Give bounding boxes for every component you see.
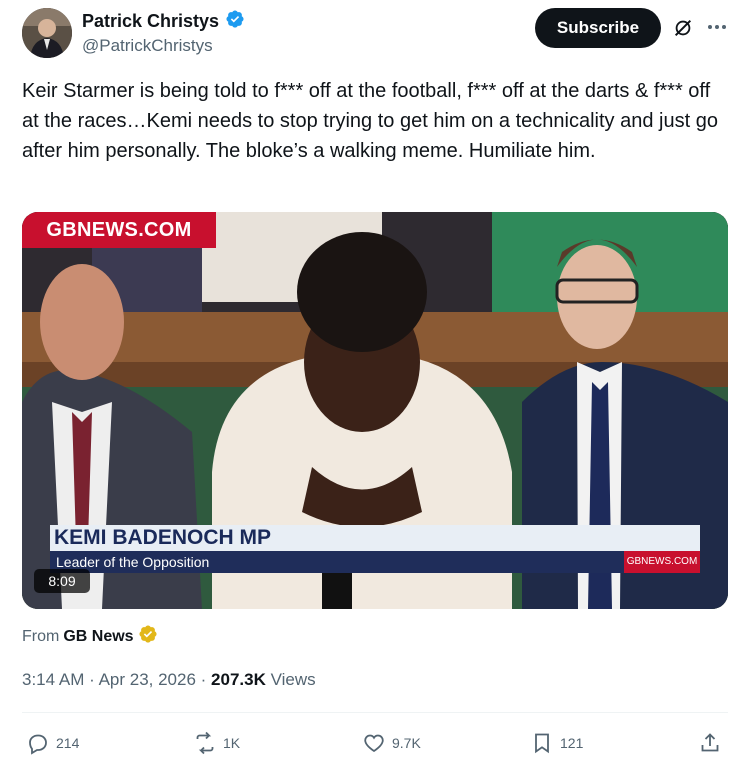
tweet-text: Keir Starmer is being told to f*** off a… [22,80,718,162]
action-bar: 214 1K 9.7K 121 [0,726,748,760]
source-attribution: From GB News [22,624,158,649]
tweet-header: Patrick Christys @PatrickChristys Subscr… [0,0,748,66]
repost-button[interactable]: 1K [193,726,240,760]
reply-button[interactable]: 214 [26,726,79,760]
like-count: 9.7K [392,735,421,751]
avatar[interactable] [22,8,72,58]
tweet-time[interactable]: 3:14 AM [22,670,84,689]
meta-separator: · [89,670,99,689]
meta-separator: · [200,670,212,689]
lower-third-name: KEMI BADENOCH MP [50,525,700,551]
source-name[interactable]: GB News [63,628,133,646]
bookmark-button[interactable]: 121 [530,726,583,760]
subscribe-button[interactable]: Subscribe [535,8,661,48]
video-duration: 8:09 [34,569,90,593]
views-label: Views [270,670,316,689]
author-handle[interactable]: @PatrickChristys [82,36,213,56]
lower-third: KEMI BADENOCH MP Leader of the Oppositio… [50,525,700,573]
lower-third-role: Leader of the Opposition [50,551,624,573]
like-button[interactable]: 9.7K [362,726,421,760]
author-display-name[interactable]: Patrick Christys [82,11,219,32]
more-icon[interactable] [705,15,729,39]
source-prefix: From [22,627,60,645]
views-count: 207.3K [211,670,266,689]
author-name-row[interactable]: Patrick Christys [82,9,245,34]
share-icon [701,733,719,752]
bookmark-count: 121 [560,735,584,751]
channel-logo: GBNEWS.COM [22,212,216,248]
video-player[interactable]: GBNEWS.COM KEMI BADENOCH MP Leader of th… [22,212,728,609]
bookmark-icon [535,733,549,754]
repost-count: 1K [223,735,241,751]
lower-third-site: GBNEWS.COM [624,551,700,573]
divider [22,712,728,713]
tweet-date[interactable]: Apr 23, 2026 [99,670,196,689]
reply-count: 214 [56,735,80,751]
gold-verified-badge-icon [138,624,158,649]
tweet-meta: 3:14 AM · Apr 23, 2026 · 207.3K Views [22,670,316,690]
reply-icon [29,734,47,755]
verified-badge-icon [225,9,245,34]
repost-icon [196,731,214,755]
heart-icon [364,734,384,753]
share-button[interactable] [698,726,722,760]
grok-icon[interactable] [672,17,694,39]
